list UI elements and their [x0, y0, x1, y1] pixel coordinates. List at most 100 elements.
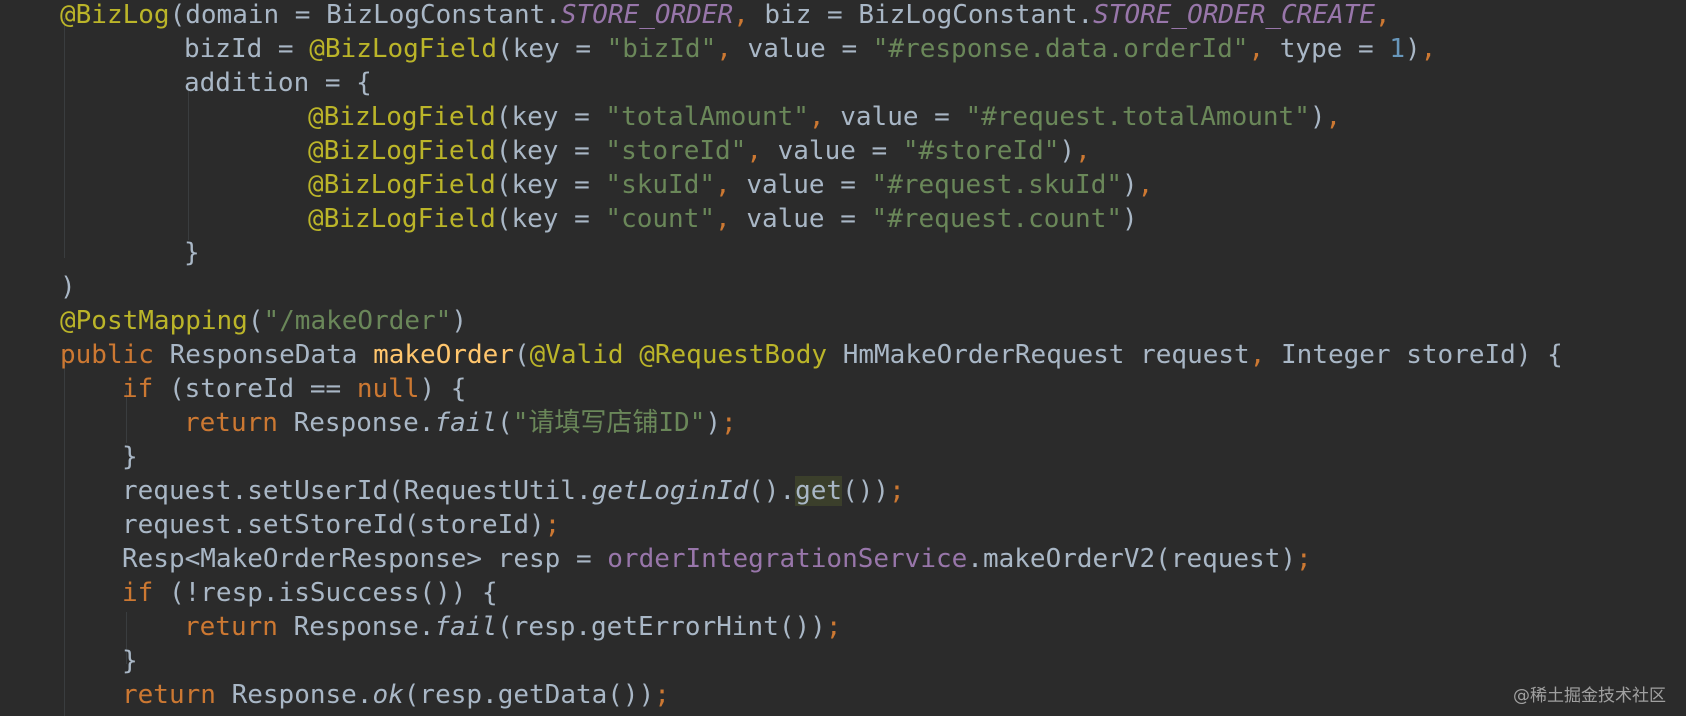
code-line[interactable]: @BizLog(domain = BizLogConstant.STORE_OR…	[60, 0, 1563, 32]
code-line[interactable]: request.setUserId(RequestUtil.getLoginId…	[60, 474, 1563, 508]
code-token: @BizLogField	[308, 102, 496, 132]
code-token: ,	[715, 170, 747, 200]
code-token: @BizLogField	[308, 204, 496, 234]
code-token: "skuId"	[605, 170, 715, 200]
code-line[interactable]: Resp<MakeOrderResponse> resp = orderInte…	[60, 542, 1563, 576]
code-token: bizId =	[184, 34, 310, 64]
code-line[interactable]: return Response.fail(resp.getErrorHint()…	[60, 610, 1563, 644]
code-token: getLoginId	[591, 476, 749, 506]
code-token: if	[122, 578, 169, 608]
code-line[interactable]: public ResponseData makeOrder(@Valid @Re…	[60, 338, 1563, 372]
code-token: }	[122, 442, 138, 472]
code-token: "bizId"	[606, 34, 717, 64]
code-token: (storeId ==	[168, 374, 357, 404]
code-token: @Valid	[529, 340, 640, 370]
watermark: @稀土掘金技术社区	[1513, 686, 1666, 706]
code-token: "#response.data.orderId"	[872, 34, 1249, 64]
code-line[interactable]: bizId = @BizLogField(key = "bizId", valu…	[60, 32, 1563, 66]
code-line[interactable]: @BizLogField(key = "skuId", value = "#re…	[60, 168, 1563, 202]
code-token: )	[1405, 34, 1421, 64]
code-token: STORE_ORDER	[560, 0, 734, 30]
code-token: fail	[434, 408, 498, 438]
code-token: @BizLogField	[308, 170, 496, 200]
code-token: (key =	[495, 102, 606, 132]
code-token: ,	[715, 204, 747, 234]
code-line[interactable]: return Response.fail("请填写店铺ID");	[60, 406, 1563, 440]
code-token: request.setUserId(RequestUtil.	[122, 476, 592, 506]
code-token: ,	[1075, 136, 1091, 166]
code-token: Response.	[293, 612, 435, 642]
code-token: Response.	[231, 680, 373, 710]
code-token: @BizLogField	[308, 136, 496, 166]
code-token: "请填写店铺ID"	[512, 408, 706, 438]
code-token: ,	[733, 0, 765, 30]
code-token: type =	[1279, 34, 1390, 64]
code-line[interactable]: return Response.ok(resp.getData());	[60, 678, 1563, 712]
code-token: (	[513, 340, 530, 370]
code-token: @RequestBody	[639, 340, 843, 370]
code-token: "count"	[605, 204, 715, 234]
code-token: )	[1309, 102, 1326, 132]
code-line[interactable]: if (storeId == null) {	[60, 372, 1563, 406]
code-line[interactable]: addition = {	[60, 66, 1563, 100]
code-token: )	[60, 272, 76, 302]
code-token: value =	[746, 170, 872, 200]
code-token: ,	[1420, 34, 1437, 64]
code-token: "#request.skuId"	[871, 170, 1122, 200]
code-token: ;	[825, 612, 842, 642]
code-token: "#storeId"	[902, 136, 1060, 166]
code-token: )	[1122, 204, 1138, 234]
code-token: Resp<MakeOrderResponse> resp =	[122, 544, 608, 574]
code-line[interactable]: }	[60, 236, 1563, 270]
code-line[interactable]: )	[60, 270, 1563, 304]
code-token: "/makeOrder"	[263, 306, 452, 336]
code-token: ,	[1248, 34, 1280, 64]
code-token: return	[122, 680, 232, 710]
code-token: (key =	[495, 170, 606, 200]
code-line[interactable]: @PostMapping("/makeOrder")	[60, 304, 1563, 338]
code-token: ,	[716, 34, 748, 64]
code-token: @PostMapping	[60, 306, 248, 336]
code-token: request.setStoreId(storeId)	[122, 510, 545, 540]
code-token: orderIntegrationService	[607, 544, 968, 574]
code-token: ok	[372, 680, 404, 710]
code-token: ,	[1325, 102, 1342, 132]
code-lines: @BizLog(domain = BizLogConstant.STORE_OR…	[60, 0, 1563, 712]
code-line[interactable]: }	[60, 644, 1563, 678]
code-token: (	[247, 306, 264, 336]
code-line[interactable]: if (!resp.isSuccess()) {	[60, 576, 1563, 610]
code-token: return	[184, 612, 294, 642]
code-token: ().	[748, 476, 796, 506]
code-token: (key =	[495, 204, 606, 234]
code-line[interactable]: }	[60, 440, 1563, 474]
code-token: value =	[747, 34, 873, 64]
code-token: ResponseData	[169, 340, 374, 370]
code-token: ,	[808, 102, 841, 132]
code-token: }	[184, 238, 200, 268]
code-token: @BizLog	[60, 0, 170, 30]
code-line[interactable]: @BizLogField(key = "totalAmount", value …	[60, 100, 1563, 134]
code-token: makeOrder	[373, 340, 514, 370]
code-token: }	[122, 646, 138, 676]
code-token: )	[1122, 170, 1138, 200]
code-line[interactable]: request.setStoreId(storeId);	[60, 508, 1563, 542]
code-editor[interactable]: @BizLog(domain = BizLogConstant.STORE_OR…	[0, 0, 1686, 716]
code-token: (!resp.isSuccess()) {	[168, 578, 498, 608]
code-token: )	[451, 306, 467, 336]
code-line[interactable]: @BizLogField(key = "storeId", value = "#…	[60, 134, 1563, 168]
code-token: )	[705, 408, 722, 438]
code-token: HmMakeOrderRequest request	[842, 340, 1250, 370]
code-token: (resp.getErrorHint())	[497, 612, 826, 642]
code-token: get	[795, 476, 843, 506]
code-token: biz = BizLogConstant.	[764, 0, 1094, 30]
code-token: (key =	[495, 136, 606, 166]
code-token: ,	[746, 136, 778, 166]
code-token: Integer storeId) {	[1281, 340, 1563, 370]
code-token: ;	[889, 476, 905, 506]
code-token: public	[60, 340, 170, 370]
code-token: return	[184, 408, 294, 438]
code-line[interactable]: @BizLogField(key = "count", value = "#re…	[60, 202, 1563, 236]
code-token: ;	[721, 408, 737, 438]
code-token: Response.	[293, 408, 435, 438]
code-token: value =	[840, 102, 966, 132]
